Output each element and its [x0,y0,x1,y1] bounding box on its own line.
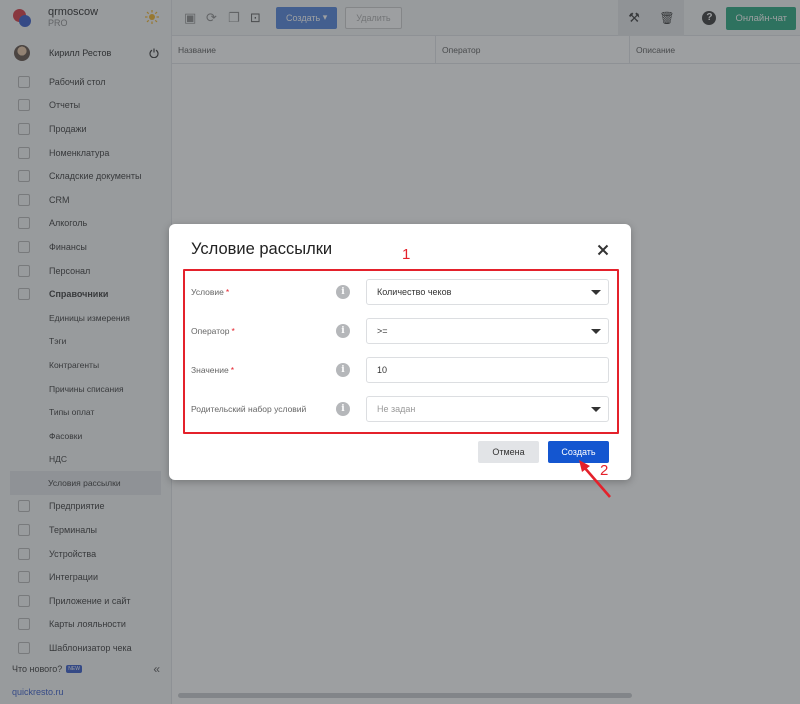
condition-select[interactable]: Количество чеков [366,279,609,305]
field-row-value: Значение * i 10 [191,357,609,383]
field-row-operator: Оператор * i >= [191,318,609,344]
info-icon[interactable]: i [336,363,350,377]
operator-value: >= [377,326,388,336]
info-icon[interactable]: i [336,402,350,416]
field-row-parent-set: Родительский набор условий i Не задан [191,396,609,422]
close-icon[interactable] [597,244,609,256]
chevron-down-icon [591,290,601,295]
dialog-title: Условие рассылки [191,240,333,258]
condition-value: Количество чеков [377,287,452,297]
info-icon[interactable]: i [336,324,350,338]
field-label: Оператор * [191,325,235,336]
operator-select[interactable]: >= [366,318,609,344]
field-row-condition: Условие * i Количество чеков [191,279,609,305]
field-label: Родительский набор условий [191,403,307,414]
field-label: Условие * [191,286,230,297]
mailing-condition-dialog: Условие рассылки 1 Условие * i Количество… [169,224,631,480]
field-label: Значение * [191,364,235,375]
info-icon[interactable]: i [336,285,350,299]
annotation-number-1: 1 [402,246,411,263]
value-input[interactable]: 10 [366,357,609,383]
cancel-button[interactable]: Отмена [478,441,539,463]
parent-set-placeholder: Не задан [377,404,416,414]
annotation-number-2: 2 [600,462,609,479]
chevron-down-icon [591,407,601,412]
chevron-down-icon [591,329,601,334]
parent-set-select[interactable]: Не задан [366,396,609,422]
